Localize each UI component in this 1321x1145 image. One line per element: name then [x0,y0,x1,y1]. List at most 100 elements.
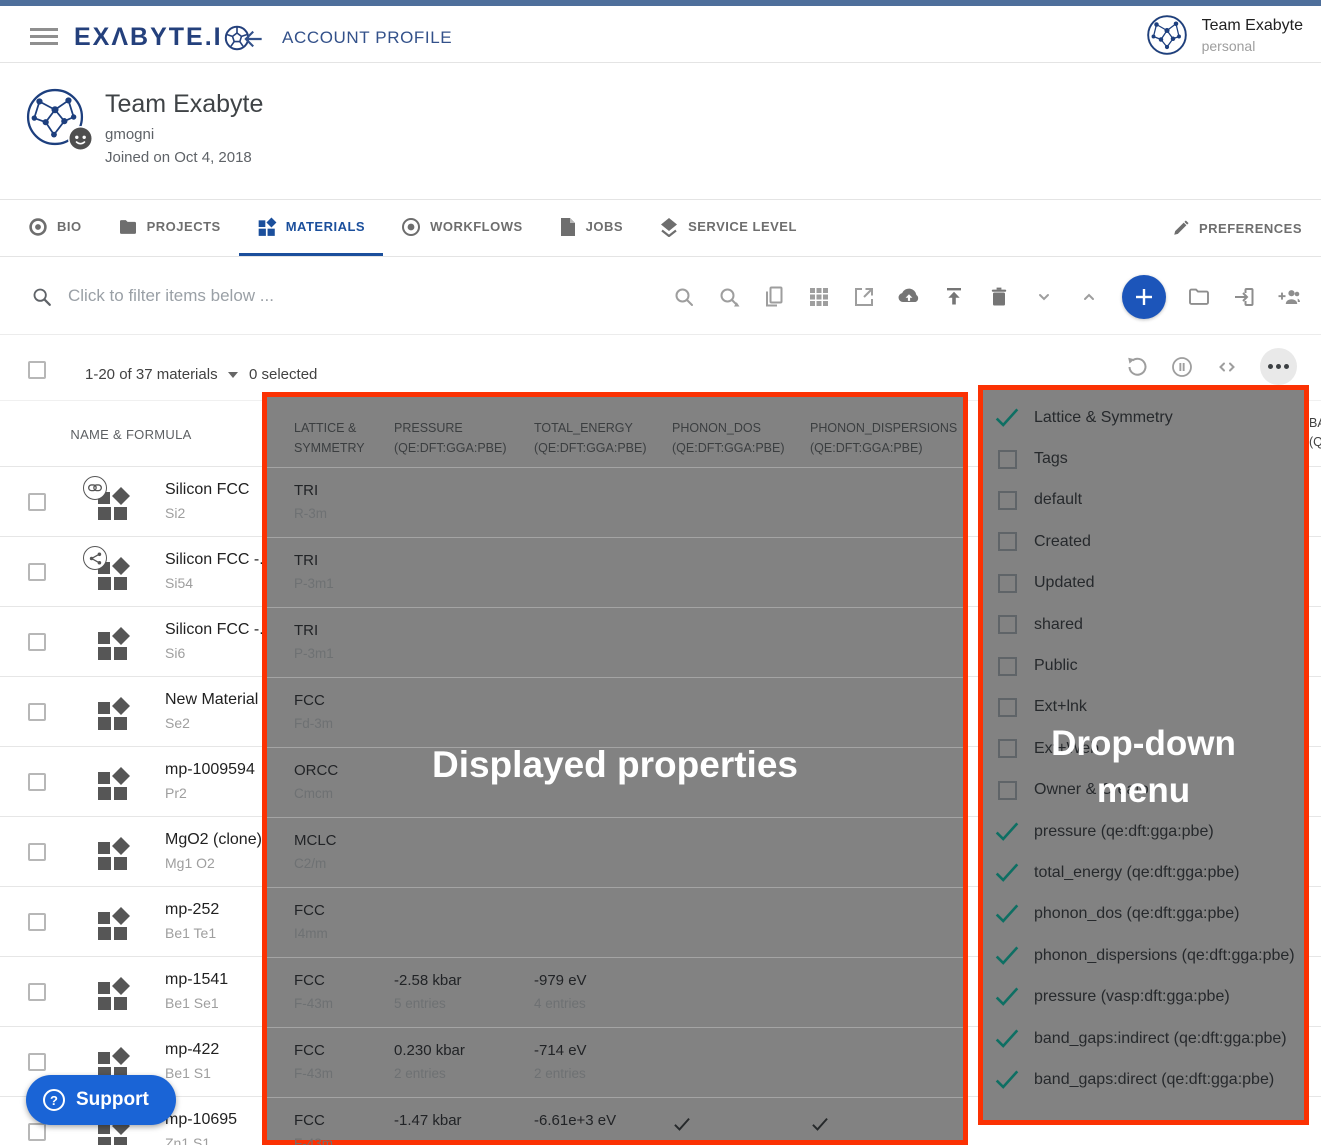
tab-jobs[interactable]: JOBS [541,200,641,256]
symmetry-value: R-3m [294,506,327,521]
pressure-entries: 2 entries [394,1066,446,1081]
profile-name: Team Exabyte [105,90,263,119]
exabyte-logo[interactable]: EXΛBYTE.I [74,23,250,52]
dropdown-menu-label: Drop-down menu [983,720,1304,814]
displayed-properties-label: Displayed properties [267,744,963,786]
more-options-button[interactable] [1260,348,1297,385]
row-checkbox[interactable] [28,703,46,721]
dropdown-item-label: shared [1034,616,1083,634]
workflows-icon [401,217,421,237]
dropdown-menu-item[interactable]: shared [983,604,1304,645]
material-formula: Be1 S1 [165,1065,262,1081]
group-add-icon[interactable] [1277,285,1301,309]
energy-value: -714 eV [534,1042,587,1059]
tab-workflows[interactable]: WORKFLOWS [383,200,541,256]
displayed-properties-highlight: LATTICE & SYMMETRY PRESSURE (QE:DFT:GGA:… [262,392,968,1145]
row-checkbox[interactable] [28,493,46,511]
dropdown-menu-item[interactable]: Public [983,645,1304,686]
row-checkbox[interactable] [28,913,46,931]
topbar-user[interactable]: Team Exabyte personal [1146,14,1303,56]
dropdown-menu-item[interactable]: default [983,480,1304,521]
filter-input[interactable] [68,278,628,314]
tab-projects[interactable]: PROJECTS [100,200,239,256]
property-row: TRI P-3m1 [267,607,963,677]
refresh-icon[interactable] [1125,355,1149,379]
profile-joined-date: Joined on Oct 4, 2018 [105,149,252,166]
dropdown-menu-item[interactable]: phonon_dispersions (qe:dft:gga:pbe) [983,935,1304,976]
material-name: Silicon FCC -.. [165,551,262,569]
empty-checkbox [994,487,1020,513]
filter-bar [0,258,1321,335]
exit-to-app-icon[interactable] [1232,285,1256,309]
grid-icon[interactable] [807,285,831,309]
symmetry-value: Cmcm [294,786,333,801]
support-button[interactable]: ? Support [26,1075,176,1125]
pagination-range[interactable]: 1-20 of 37 materials [85,366,238,383]
pencil-icon [1172,219,1190,237]
clipped-band-gaps-header: BAND_GAPS (QE:DFT:GGA:PBE) [1309,414,1321,452]
dropdown-menu-item[interactable]: Updated [983,563,1304,604]
tab-bio[interactable]: BIO [10,200,100,256]
dropdown-menu-item[interactable]: Tags [983,438,1304,479]
symmetry-value: F-43m [294,996,333,1011]
search-refresh-icon[interactable] [717,285,741,309]
dropdown-menu-item[interactable]: phonon_dos (qe:dft:gga:pbe) [983,894,1304,935]
check-icon [994,1026,1020,1052]
property-row: FCC F-43m -1.47 kbar -6.61e+3 eV [267,1097,963,1145]
property-row: FCC I4mm [267,887,963,957]
upload-icon[interactable] [942,285,966,309]
material-name: mp-252 [165,901,262,919]
row-checkbox[interactable] [28,843,46,861]
dropdown-menu-item[interactable]: band_gaps:direct (qe:dft:gga:pbe) [983,1059,1304,1100]
select-all-checkbox[interactable] [28,361,46,379]
energy-value: -6.61e+3 eV [534,1112,616,1129]
dropdown-menu-item[interactable]: pressure (qe:dft:gga:pbe) [983,811,1304,852]
back-arrow-icon[interactable] [240,26,266,52]
delete-icon[interactable] [987,285,1011,309]
row-checkbox[interactable] [28,773,46,791]
tab-service-level[interactable]: SERVICE LEVEL [641,200,815,256]
symmetry-value: F-43m [294,1136,333,1145]
pause-icon[interactable] [1170,355,1194,379]
dropdown-item-label: Updated [1034,574,1095,592]
folder-icon [118,217,138,237]
search-small-icon[interactable] [672,285,696,309]
row-checkbox[interactable] [28,983,46,1001]
tab-preferences[interactable]: PREFERENCES [1172,200,1302,256]
dropdown-item-label: Public [1034,657,1078,675]
dropdown-menu-item[interactable]: Created [983,521,1304,562]
check-icon [994,860,1020,886]
material-formula: Pr2 [165,785,262,801]
code-icon[interactable] [1215,355,1239,379]
material-formula: Zn1 S1 [165,1135,262,1145]
row-checkbox[interactable] [28,1053,46,1071]
row-checkbox[interactable] [28,563,46,581]
menu-icon[interactable] [20,20,68,50]
materials-icon [257,217,277,237]
dropdown-menu-item[interactable]: total_energy (qe:dft:gga:pbe) [983,852,1304,893]
copy-icon[interactable] [762,285,786,309]
dropdown-item-label: band_gaps:indirect (qe:dft:gga:pbe) [1034,1030,1287,1048]
dropdown-menu-item[interactable]: band_gaps:indirect (qe:dft:gga:pbe) [983,1018,1304,1059]
folder-open-icon[interactable] [1187,285,1211,309]
material-formula: Mg1 O2 [165,855,262,871]
topbar: EXΛBYTE.I ACCOUNT PROFILE [0,6,1321,63]
chevron-down-icon[interactable] [1032,285,1056,309]
profile-section: Team Exabyte gmogni Joined on Oct 4, 201… [0,64,1321,200]
cloud-upload-icon[interactable] [897,285,921,309]
add-material-button[interactable] [1122,275,1166,319]
pressure-value: -1.47 kbar [394,1112,462,1129]
chevron-up-icon[interactable] [1077,285,1101,309]
material-name: mp-422 [165,1041,262,1059]
dropdown-menu-item[interactable]: Lattice & Symmetry [983,397,1304,438]
column-header-pressure: PRESSURE (QE:DFT:GGA:PBE) [394,418,507,458]
dropdown-menu-item[interactable]: pressure (vasp:dft:gga:pbe) [983,976,1304,1017]
material-icon [95,696,131,732]
row-checkbox[interactable] [28,1123,46,1141]
share-badge-icon [83,546,107,570]
row-checkbox[interactable] [28,633,46,651]
tab-materials[interactable]: MATERIALS [239,200,383,256]
material-icon [95,976,131,1012]
material-formula: Si2 [165,505,262,521]
open-in-new-icon[interactable] [852,285,876,309]
